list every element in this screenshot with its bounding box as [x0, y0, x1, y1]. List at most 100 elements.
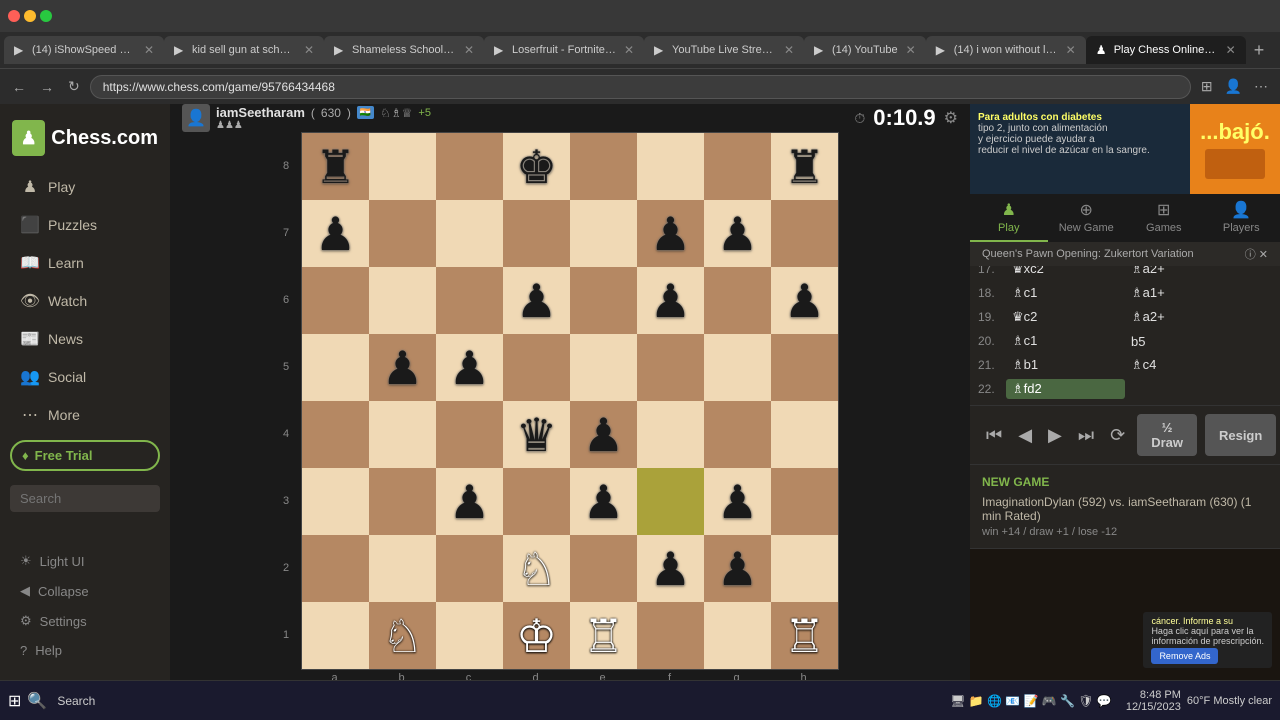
- sidebar-item-more[interactable]: ⋯ More: [6, 397, 164, 433]
- square-e3[interactable]: ♟: [570, 468, 637, 535]
- search-input[interactable]: [10, 485, 160, 512]
- forward-button[interactable]: →: [36, 75, 58, 99]
- maximize-window-button[interactable]: [40, 10, 52, 22]
- square-c8[interactable]: [436, 133, 503, 200]
- browser-tab-tab2[interactable]: ▶kid sell gun at school mo...✕: [164, 36, 324, 64]
- tab-close-icon[interactable]: ✕: [1066, 43, 1076, 57]
- black-move[interactable]: [1125, 387, 1244, 391]
- square-e8[interactable]: [570, 133, 637, 200]
- panel-tab-players[interactable]: 👤 Players: [1203, 194, 1280, 242]
- tab-close-icon[interactable]: ✕: [144, 43, 154, 57]
- square-e1[interactable]: ♖: [570, 602, 637, 669]
- square-a2[interactable]: [302, 535, 369, 602]
- square-c7[interactable]: [436, 200, 503, 267]
- white-move[interactable]: ♗fd2: [1006, 379, 1125, 399]
- panel-tab-new-game[interactable]: ⊕ New Game: [1048, 194, 1126, 242]
- refresh-button[interactable]: ↻: [64, 74, 84, 99]
- square-g1[interactable]: [704, 602, 771, 669]
- square-h2[interactable]: [771, 535, 838, 602]
- sidebar-item-social[interactable]: 👥 Social: [6, 359, 164, 395]
- minimize-window-button[interactable]: [24, 10, 36, 22]
- square-g5[interactable]: [704, 334, 771, 401]
- square-c1[interactable]: [436, 602, 503, 669]
- square-f6[interactable]: ♟: [637, 267, 704, 334]
- square-d3[interactable]: [503, 468, 570, 535]
- sidebar-collapse[interactable]: ◀ Collapse: [6, 577, 164, 605]
- draw-button[interactable]: ½ Draw: [1137, 414, 1197, 456]
- white-move[interactable]: ♗c1: [1006, 283, 1125, 303]
- square-g3[interactable]: ♟: [704, 468, 771, 535]
- square-b1[interactable]: ♘: [369, 602, 436, 669]
- tab-close-icon[interactable]: ✕: [784, 43, 794, 57]
- square-e7[interactable]: [570, 200, 637, 267]
- square-e6[interactable]: [570, 267, 637, 334]
- black-move[interactable]: ♗c4: [1125, 355, 1244, 375]
- square-b7[interactable]: [369, 200, 436, 267]
- square-a5[interactable]: [302, 334, 369, 401]
- square-f5[interactable]: [637, 334, 704, 401]
- last-move-button[interactable]: ⏭: [1074, 421, 1098, 450]
- extensions-button[interactable]: ⊞: [1197, 74, 1217, 99]
- more-options-button[interactable]: ⋯: [1250, 74, 1272, 99]
- square-c5[interactable]: ♟: [436, 334, 503, 401]
- white-move[interactable]: ♗b1: [1006, 355, 1125, 375]
- square-b8[interactable]: [369, 133, 436, 200]
- square-a3[interactable]: [302, 468, 369, 535]
- square-a1[interactable]: [302, 602, 369, 669]
- square-h6[interactable]: ♟: [771, 267, 838, 334]
- tab-close-icon[interactable]: ✕: [906, 43, 916, 57]
- browser-tab-tab1[interactable]: ▶(14) iShowSpeed vs. KS!✕: [4, 36, 164, 64]
- browser-tab-tab5[interactable]: ▶YouTube Live Streaming...✕: [644, 36, 804, 64]
- square-g7[interactable]: ♟: [704, 200, 771, 267]
- browser-tab-tab8[interactable]: ♟Play Chess Online f...✕: [1086, 36, 1246, 64]
- opening-info-icon[interactable]: ⓘ ✕: [1245, 246, 1268, 262]
- sidebar-item-puzzles[interactable]: ⬛ Puzzles: [6, 207, 164, 243]
- square-h4[interactable]: [771, 401, 838, 468]
- panel-tab-games[interactable]: ⊞ Games: [1125, 194, 1203, 242]
- sidebar-help[interactable]: ? Help: [6, 637, 164, 664]
- square-d7[interactable]: [503, 200, 570, 267]
- square-c3[interactable]: ♟: [436, 468, 503, 535]
- move-list[interactable]: 3. e5 e6 4. ♗f3 c6 5. ♗d3 ♙xd3 6. ♛xd3 ♗…: [970, 266, 1280, 405]
- black-move[interactable]: ♗a1+: [1125, 283, 1244, 303]
- square-f1[interactable]: [637, 602, 704, 669]
- sidebar-item-news[interactable]: 📰 News: [6, 321, 164, 357]
- remove-ads-button[interactable]: Remove Ads: [1151, 648, 1218, 664]
- sidebar-item-watch[interactable]: 👁 Watch: [6, 283, 164, 319]
- square-f7[interactable]: ♟: [637, 200, 704, 267]
- square-c6[interactable]: [436, 267, 503, 334]
- search-taskbar-button[interactable]: 🔍: [27, 691, 47, 711]
- square-d4[interactable]: ♛: [503, 401, 570, 468]
- square-h5[interactable]: [771, 334, 838, 401]
- white-move[interactable]: ♛xc2: [1006, 266, 1125, 279]
- panel-tab-play[interactable]: ♟ Play: [970, 194, 1048, 242]
- square-b2[interactable]: [369, 535, 436, 602]
- square-f4[interactable]: [637, 401, 704, 468]
- square-d8[interactable]: ♚: [503, 133, 570, 200]
- square-c4[interactable]: [436, 401, 503, 468]
- game-settings-icon[interactable]: ⚙: [944, 108, 958, 128]
- tab-close-icon[interactable]: ✕: [1226, 43, 1236, 57]
- square-e2[interactable]: [570, 535, 637, 602]
- sidebar-item-play[interactable]: ♟ Play: [6, 169, 164, 205]
- sidebar-item-learn[interactable]: 📖 Learn: [6, 245, 164, 281]
- square-b5[interactable]: ♟: [369, 334, 436, 401]
- browser-tab-tab3[interactable]: ▶Shameless School Gun S...✕: [324, 36, 484, 64]
- black-move[interactable]: b5: [1125, 332, 1244, 351]
- square-g2[interactable]: ♟: [704, 535, 771, 602]
- square-h8[interactable]: ♜: [771, 133, 838, 200]
- square-g8[interactable]: [704, 133, 771, 200]
- square-d6[interactable]: ♟: [503, 267, 570, 334]
- white-move[interactable]: ♛c2: [1006, 307, 1125, 327]
- white-move[interactable]: ♗c1: [1006, 331, 1125, 351]
- square-b6[interactable]: [369, 267, 436, 334]
- black-move[interactable]: ♗a2+: [1125, 266, 1244, 279]
- square-b4[interactable]: [369, 401, 436, 468]
- free-trial-button[interactable]: ♦ Free Trial: [10, 440, 160, 471]
- square-d1[interactable]: ♔: [503, 602, 570, 669]
- sidebar-light-ui[interactable]: ☀ Light UI: [6, 547, 164, 575]
- sidebar-settings[interactable]: ⚙ Settings: [6, 607, 164, 635]
- first-move-button[interactable]: ⏮: [982, 421, 1006, 450]
- square-f2[interactable]: ♟: [637, 535, 704, 602]
- square-f8[interactable]: [637, 133, 704, 200]
